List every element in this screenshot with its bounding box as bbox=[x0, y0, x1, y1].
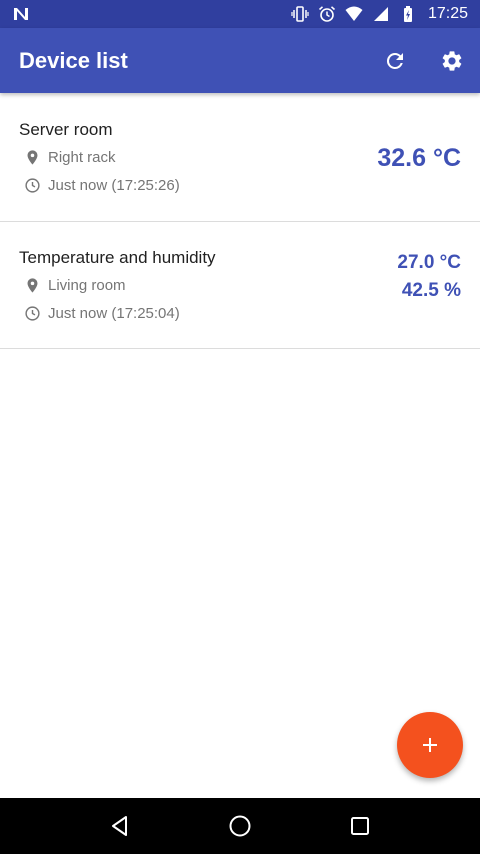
location-pin-icon bbox=[24, 149, 41, 166]
location-label: Living room bbox=[48, 277, 126, 294]
updated-label: Just now (17:25:04) bbox=[48, 305, 180, 322]
back-button[interactable] bbox=[96, 802, 144, 850]
add-device-button[interactable] bbox=[397, 712, 463, 778]
alarm-icon bbox=[318, 5, 336, 23]
settings-icon bbox=[440, 49, 464, 73]
navigation-bar bbox=[0, 798, 480, 854]
status-bar-left bbox=[12, 5, 30, 23]
device-location: Living room bbox=[24, 277, 126, 294]
vibrate-icon bbox=[291, 5, 309, 23]
status-bar-right: 17:25 bbox=[291, 5, 468, 23]
clock-icon bbox=[24, 177, 41, 194]
device-updated: Just now (17:25:04) bbox=[24, 305, 180, 322]
back-icon bbox=[107, 813, 133, 839]
list-item[interactable]: Temperature and humidity Living room Jus… bbox=[0, 222, 480, 349]
location-pin-icon bbox=[24, 277, 41, 294]
notification-n-icon bbox=[12, 5, 30, 23]
status-time: 17:25 bbox=[427, 5, 468, 22]
device-updated: Just now (17:25:26) bbox=[24, 177, 180, 194]
temperature-reading: 27.0 °C bbox=[397, 252, 461, 273]
device-location: Right rack bbox=[24, 149, 116, 166]
battery-icon bbox=[399, 5, 417, 23]
device-list: Server room Right rack Just now (17:25:2… bbox=[0, 93, 480, 349]
list-item[interactable]: Server room Right rack Just now (17:25:2… bbox=[0, 93, 480, 222]
device-name: Server room bbox=[19, 120, 113, 139]
humidity-reading: 42.5 % bbox=[401, 280, 461, 301]
status-bar: 17:25 bbox=[0, 0, 480, 28]
cell-signal-icon bbox=[372, 5, 390, 23]
home-button[interactable] bbox=[216, 802, 264, 850]
page-title: Device list bbox=[19, 47, 128, 73]
location-label: Right rack bbox=[48, 149, 116, 166]
clock-icon bbox=[24, 305, 41, 322]
device-name: Temperature and humidity bbox=[19, 248, 216, 267]
settings-button[interactable] bbox=[430, 39, 474, 83]
refresh-button[interactable] bbox=[373, 39, 417, 83]
app-bar: Device list bbox=[0, 28, 480, 93]
updated-label: Just now (17:25:26) bbox=[48, 177, 180, 194]
add-icon bbox=[418, 733, 442, 757]
refresh-icon bbox=[383, 49, 407, 73]
temperature-reading: 32.6 °C bbox=[377, 144, 461, 172]
wifi-icon bbox=[345, 5, 363, 23]
home-icon bbox=[227, 813, 253, 839]
recents-icon bbox=[347, 813, 373, 839]
recents-button[interactable] bbox=[336, 802, 384, 850]
